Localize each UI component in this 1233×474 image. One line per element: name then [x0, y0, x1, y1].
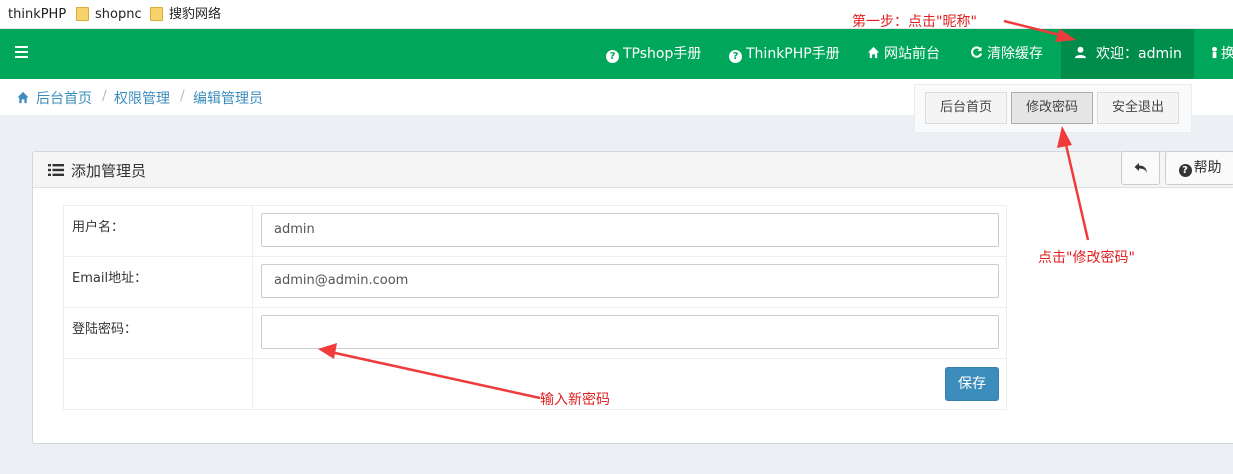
- nav-switch[interactable]: 换: [1208, 29, 1233, 79]
- breadcrumb-permission[interactable]: 权限管理: [114, 88, 170, 108]
- username-input[interactable]: admin: [261, 213, 999, 247]
- question-circle-icon: ?: [729, 50, 742, 63]
- dropdown-home-button[interactable]: 后台首页: [925, 92, 1007, 124]
- username-label: 用户名：: [72, 220, 125, 235]
- bookmarks-bar: thinkPHP shopnc 搜豹网络: [0, 0, 1233, 29]
- form-row-username: 用户名： admin: [64, 206, 1006, 257]
- user-welcome-label: 欢迎：admin: [1096, 46, 1182, 62]
- folder-icon: [76, 7, 89, 21]
- nav-site-front[interactable]: 网站前台: [867, 29, 940, 79]
- email-label: Email地址：: [72, 271, 148, 286]
- home-icon: [867, 46, 880, 59]
- user-dropdown-menu: 后台首页 修改密码 安全退出: [914, 84, 1192, 133]
- dropdown-change-password-button[interactable]: 修改密码: [1011, 92, 1093, 124]
- form-row-password: 登陆密码：: [64, 308, 1006, 359]
- reply-icon: [1134, 163, 1147, 173]
- bookmark-thinkphp[interactable]: thinkPHP: [8, 0, 66, 29]
- bookmark-shopnc[interactable]: shopnc: [95, 0, 142, 29]
- box-title: 添加管理员: [71, 162, 147, 180]
- email-input[interactable]: admin@admin.coom: [261, 264, 999, 298]
- breadcrumb-home[interactable]: 后台首页: [36, 88, 92, 108]
- menu-toggle-icon[interactable]: [15, 46, 28, 58]
- admin-form-table: 用户名： admin Email地址： admin@admin.coom 登陆密…: [63, 205, 1007, 410]
- password-input[interactable]: [261, 315, 999, 349]
- password-label: 登陆密码：: [72, 322, 138, 337]
- question-circle-icon: ?: [1178, 164, 1192, 177]
- annotation-step1: 第一步：点击"昵称": [852, 14, 977, 30]
- top-navbar: ? TPshop手册 ? ThinkPHP手册 网站前台 清除缓存 欢迎：admin…: [0, 29, 1233, 79]
- breadcrumb-edit-admin[interactable]: 编辑管理员: [193, 88, 263, 108]
- list-icon: [48, 164, 64, 176]
- user-switch-icon: [1212, 46, 1217, 59]
- nav-tpshop-manual[interactable]: ? TPshop手册: [606, 29, 701, 79]
- save-button[interactable]: 保存: [945, 367, 999, 401]
- bookmark-soubao[interactable]: 搜豹网络: [169, 0, 221, 29]
- nav-clear-cache[interactable]: 清除缓存: [970, 29, 1043, 79]
- nav-thinkphp-manual[interactable]: ? ThinkPHP手册: [729, 29, 840, 79]
- box-header: 添加管理员 ? 帮助: [33, 151, 1233, 188]
- refresh-icon: [971, 46, 983, 58]
- question-circle-icon: ?: [606, 50, 619, 63]
- folder-icon: [150, 7, 163, 21]
- back-button[interactable]: [1121, 151, 1160, 185]
- home-icon: [17, 91, 29, 104]
- admin-form-box: 添加管理员 ? 帮助 用户名： admin Email地址： admin@admi…: [32, 151, 1233, 444]
- user-icon: [1074, 46, 1087, 59]
- form-row-actions: 保存: [64, 359, 1006, 410]
- user-menu[interactable]: 欢迎：admin: [1061, 29, 1194, 79]
- help-button[interactable]: ? 帮助: [1165, 151, 1233, 185]
- dropdown-logout-button[interactable]: 安全退出: [1097, 92, 1179, 124]
- annotation-new-password: 输入新密码: [540, 392, 610, 408]
- form-row-email: Email地址： admin@admin.coom: [64, 257, 1006, 308]
- annotation-change-password: 点击"修改密码": [1038, 250, 1135, 266]
